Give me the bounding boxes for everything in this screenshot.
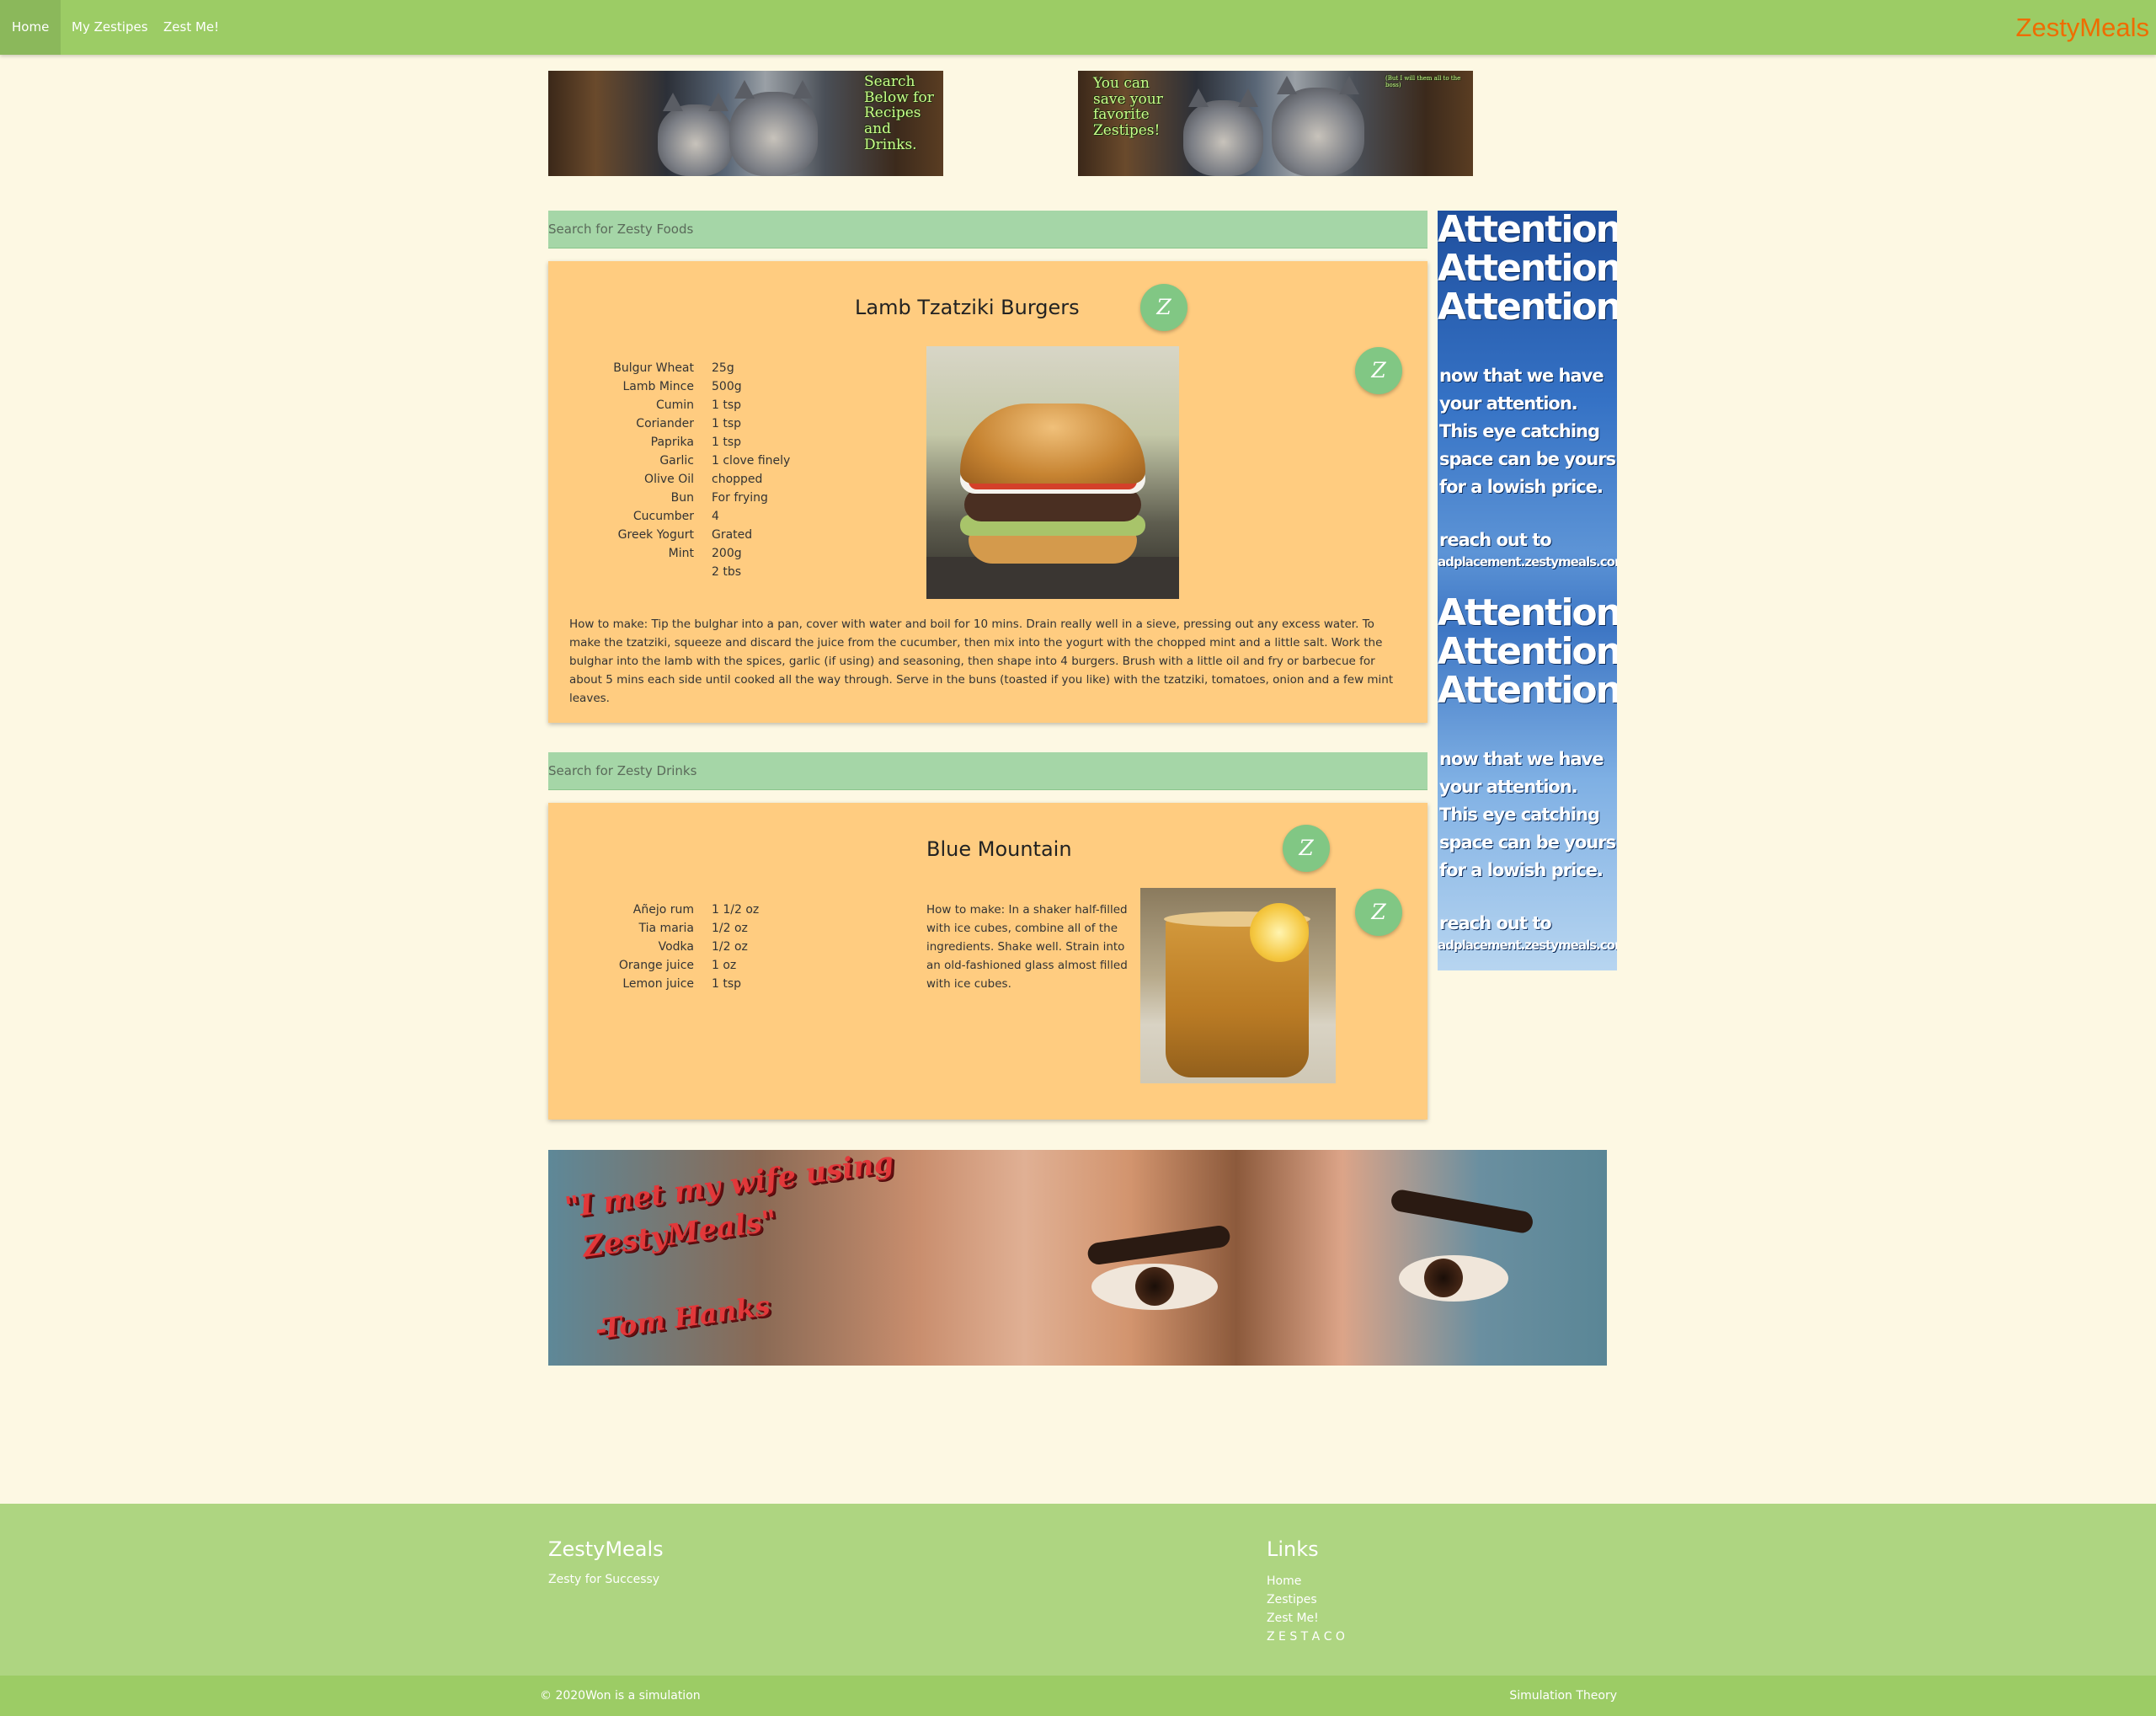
footer-links-title: Links [1267,1537,1319,1561]
copyright-text: © 2020Won is a simulation [540,1689,701,1703]
nav-my-zestipes-link[interactable]: My Zestipes [60,0,160,55]
recipe-instructions: How to make: In a shaker half-filled wit… [926,903,1128,991]
cat-figure [658,93,734,176]
save-zestipe-button[interactable]: Z [1140,284,1187,331]
footer-link-zest-me[interactable]: Zest Me! [1267,1609,1345,1628]
zest-button[interactable]: Z [1355,889,1402,936]
footer [0,1504,2156,1676]
food-search-input[interactable] [548,211,1428,249]
burger-image [926,346,1179,599]
footer-link-home[interactable]: Home [1267,1572,1345,1590]
recipe-title: Blue Mountain [926,837,1072,861]
testimonial-ad-banner[interactable]: "I met my wife using ZestyMeals" -Tom Ha… [548,1150,1607,1366]
banner-caption: Search Below for Recipes and Drinks. [864,73,934,153]
ingredient-names: Bulgur Wheat Lamb Mince Cumin Coriander … [613,361,694,560]
navbar: Home My Zestipes Zest Me! ZestyMeals [0,0,2156,55]
save-banner-image: You can save your favorite Zestipes! (Bu… [1078,71,1473,176]
footer-link-zestipes[interactable]: Zestipes [1267,1590,1345,1609]
banner-small-caption: (But I will them all to the boss) [1385,75,1461,88]
drink-search-input[interactable] [548,752,1428,790]
recipe-title: Lamb Tzatziki Burgers [855,296,1080,319]
testimonial-author: -Tom Hanks [593,1289,772,1346]
food-recipe-card: Lamb Tzatziki Burgers Z Z Bulgur Wheat L… [548,261,1428,723]
footer-brand-title: ZestyMeals [548,1537,664,1561]
save-zestipe-button[interactable]: Z [1283,825,1330,872]
search-banner-image: Search Below for Recipes and Drinks. [548,71,943,176]
vertical-ad[interactable]: Attention! Attention! Attention! now tha… [1438,211,1617,970]
face-brow [1390,1188,1534,1235]
brand-logo[interactable]: ZestyMeals [2016,0,2149,55]
zest-button[interactable]: Z [1355,347,1402,394]
ingredient-amounts: 1 1/2 oz 1/2 oz 1/2 oz 1 oz 1 tsp [712,903,760,991]
nav-zest-me-link[interactable]: Zest Me! [152,0,231,55]
ingredient-names: Añejo rum Tia maria Vodka Orange juice L… [618,903,694,991]
face-iris [1135,1267,1174,1306]
footer-link-zestaco[interactable]: Z E S T A C O [1267,1628,1345,1646]
drink-image [1140,888,1336,1083]
footer-links: Home Zestipes Zest Me! Z E S T A C O [1267,1572,1345,1646]
face-iris [1424,1259,1463,1297]
cat-figure [1272,76,1364,176]
face-brow [1086,1224,1231,1266]
simulation-theory-link[interactable]: Simulation Theory [1509,1676,1617,1716]
recipe-instructions: How to make: Tip the bulghar into a pan,… [569,617,1394,705]
ingredient-amounts: 25g 500g 1 tsp 1 tsp 1 tsp 1 clove finel… [712,361,791,579]
cat-figure [729,80,818,176]
ad-block: Attention! Attention! Attention! now tha… [1438,211,1617,569]
ad-block: Attention! Attention! Attention! now tha… [1438,591,1617,954]
banner-caption: You can save your favorite Zestipes! [1093,75,1163,140]
drink-recipe-card: Blue Mountain Z Z Añejo rum Tia maria Vo… [548,803,1428,1120]
cat-figure [1183,88,1263,176]
nav-home-link[interactable]: Home [0,0,61,55]
copyright-bar: © 2020Won is a simulation Simulation The… [0,1676,2156,1716]
footer-tagline: Zesty for Successy [548,1573,660,1586]
